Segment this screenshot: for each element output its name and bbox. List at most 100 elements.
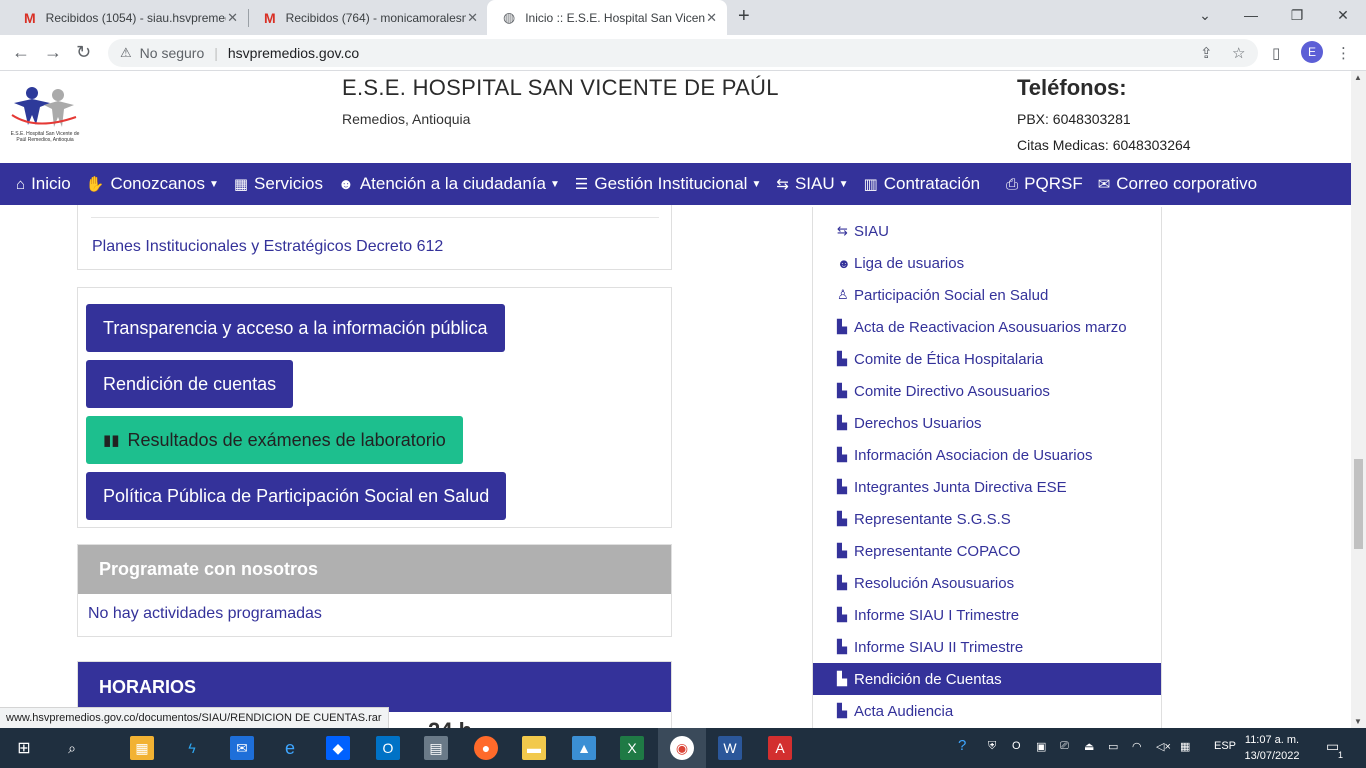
globe-icon: ◍: [503, 9, 516, 25]
tab-title: Recibidos (1054) - siau.hsvpremedios@: [45, 10, 226, 25]
excel-icon[interactable]: X: [620, 736, 644, 760]
address-divider: |: [214, 45, 218, 61]
sidebar-item-acta-audiencia[interactable]: ▙ Acta Audiencia: [813, 695, 1161, 727]
people-arrows-icon: ⇆: [837, 223, 848, 238]
nav-pqrsf[interactable]: ⎙ PQRSF: [1006, 174, 1083, 194]
nav-correo[interactable]: ✉ Correo corporativo: [1098, 174, 1257, 194]
tasks-icon: ☰: [574, 176, 589, 193]
nav-contratacion[interactable]: ▥ Contratación: [864, 174, 981, 194]
file-explorer-icon[interactable]: ▬: [522, 736, 546, 760]
siau-sidebar: ⇆ SIAU ☻ Liga de usuarios ♙ Participación S…: [812, 207, 1162, 730]
nav-gestion[interactable]: ☰ Gestión Institucional ▼: [575, 174, 761, 194]
address-bar[interactable]: ⚠ No seguro | hsvpremedios.gov.co: [108, 39, 1258, 67]
plans-link[interactable]: Planes Institucionales y Estratégicos De…: [92, 238, 443, 256]
minimize-button[interactable]: —: [1228, 0, 1274, 30]
sidebar-item-label: Informe SIAU II Trimestre: [854, 638, 1024, 656]
sidebar-item-comite-directivo[interactable]: ▙ Comite Directivo Asousuarios: [813, 375, 1161, 407]
hospital-logo[interactable]: E.S.E. Hospital San Vicente de Paúl Reme…: [6, 85, 84, 143]
sidebar-item-representante-sgss[interactable]: ▙ Representante S.G.S.S: [813, 503, 1161, 535]
mail-icon[interactable]: ✉: [230, 736, 254, 760]
close-icon[interactable]: ✕: [467, 10, 478, 26]
nav-conozcanos[interactable]: ✋ Conozcanos ▼: [86, 174, 219, 194]
word-icon[interactable]: W: [718, 736, 742, 760]
close-icon[interactable]: ✕: [706, 10, 717, 26]
sidebar-item-informe-i[interactable]: ▙ Informe SIAU I Trimestre: [813, 599, 1161, 631]
profile-avatar[interactable]: E: [1301, 41, 1323, 63]
sidebar-item-informacion[interactable]: ▙ Información Asociacion de Usuarios: [813, 439, 1161, 471]
sidebar-item-participacion[interactable]: ♙ Participación Social en Salud: [813, 279, 1161, 311]
sidebar-item-label: Liga de usuarios: [854, 254, 965, 272]
chrome-icon[interactable]: ◉: [670, 736, 694, 760]
sidebar-item-acta-reactivacion[interactable]: ▙ Acta de Reactivacion Asousuarios marzo: [813, 311, 1161, 343]
back-icon[interactable]: ←: [12, 42, 30, 63]
sidebar-item-label: SIAU: [854, 222, 890, 240]
store-icon[interactable]: ▦: [130, 736, 154, 760]
search-icon[interactable]: ⌕: [60, 736, 84, 760]
powerautomate-icon[interactable]: ϟ: [180, 736, 204, 760]
scrollbar-thumb[interactable]: [1354, 459, 1363, 549]
sidebar-item-comite-etica[interactable]: ▙ Comite de Ética Hospitalaria: [813, 343, 1161, 375]
envelope-icon: ✉: [1097, 176, 1111, 193]
volume-muted-icon[interactable]: ◁×: [1156, 740, 1171, 753]
page-scrollbar[interactable]: ▲ ▼: [1351, 71, 1366, 730]
sidebar-item-siau[interactable]: ⇆ SIAU: [813, 215, 1161, 247]
usb-icon[interactable]: ⏏: [1084, 740, 1094, 753]
browser-tab-hospital[interactable]: ◍ Inicio :: E.S.E. Hospital San Vicente …: [487, 0, 727, 35]
new-tab-button[interactable]: +: [738, 5, 750, 28]
rendicion-cuentas-button[interactable]: Rendición de cuentas: [86, 360, 294, 408]
acrobat-icon[interactable]: A: [768, 736, 792, 760]
sidebar-item-label: Acta Audiencia: [854, 702, 954, 720]
menu-kebab-icon[interactable]: ⋮: [1336, 44, 1351, 62]
scroll-down-icon[interactable]: ▼: [1354, 717, 1362, 726]
wifi-icon[interactable]: ◠: [1132, 740, 1142, 753]
tab-title: Inicio :: E.S.E. Hospital San Vicente: [525, 10, 706, 25]
logo-caption: E.S.E. Hospital San Vicente de Paúl Reme…: [10, 131, 80, 143]
keyboard-icon[interactable]: ▦: [1180, 740, 1190, 753]
browser-tab-gmail-monica[interactable]: M Recibidos (764) - monicamoralesmc@ ✕: [248, 0, 488, 35]
sidebar-item-derechos[interactable]: ▙ Derechos Usuarios: [813, 407, 1161, 439]
network-icon[interactable]: ▤: [424, 736, 448, 760]
tab-search-button[interactable]: ⌄: [1182, 0, 1228, 30]
windows-start-icon[interactable]: ⊞: [12, 736, 36, 760]
sidebar-item-integrantes[interactable]: ▙ Integrantes Junta Directiva ESE: [813, 471, 1161, 503]
internet-explorer-icon[interactable]: e: [278, 736, 302, 760]
help-icon[interactable]: ?: [958, 737, 966, 754]
sidebar-item-resolucion[interactable]: ▙ Resolución Asousuarios: [813, 567, 1161, 599]
close-window-button[interactable]: ✕: [1320, 0, 1366, 30]
nav-siau[interactable]: ⇆ SIAU ▼: [776, 174, 848, 194]
pdf-file-icon: ▙: [837, 415, 847, 430]
sidebar-item-label: Participación Social en Salud: [854, 286, 1049, 304]
taskbar-clock[interactable]: 11:07 a. m. 13/07/2022: [1244, 732, 1300, 764]
battery-icon[interactable]: ▭: [1108, 740, 1118, 753]
url-text: hsvpremedios.gov.co: [227, 45, 360, 61]
scroll-up-icon[interactable]: ▲: [1354, 73, 1362, 82]
language-indicator[interactable]: ESP: [1214, 740, 1236, 752]
close-icon[interactable]: ✕: [227, 10, 238, 26]
transparencia-button[interactable]: Transparencia y acceso a la información …: [86, 304, 505, 352]
nav-atencion[interactable]: ☻ Atención a la ciudadanía ▼: [338, 174, 560, 194]
outlook-tray-icon[interactable]: O: [1012, 740, 1021, 752]
meet-icon[interactable]: ⎚: [1060, 740, 1069, 753]
firefox-icon[interactable]: ●: [474, 736, 498, 760]
nav-servicios[interactable]: ▦ Servicios: [234, 174, 323, 194]
device-icon[interactable]: ▣: [1036, 740, 1046, 753]
forward-icon[interactable]: →: [44, 42, 62, 63]
politica-publica-button[interactable]: Política Pública de Participación Social…: [86, 472, 507, 520]
sidebar-item-rendicion[interactable]: ▙ Rendición de Cuentas: [813, 663, 1161, 695]
side-panel-icon[interactable]: ▯: [1272, 44, 1280, 62]
browser-tab-gmail-siau[interactable]: M Recibidos (1054) - siau.hsvpremedios@ …: [8, 0, 248, 35]
bookmark-star-icon[interactable]: ☆: [1232, 44, 1245, 62]
clock-date: 13/07/2022: [1244, 750, 1300, 762]
sidebar-item-representante-copaco[interactable]: ▙ Representante COPACO: [813, 535, 1161, 567]
nav-inicio[interactable]: ⌂ Inicio: [16, 174, 71, 194]
reload-icon[interactable]: ↻: [76, 42, 91, 63]
photos-icon[interactable]: ▲: [572, 736, 596, 760]
shield-icon[interactable]: ⛨: [988, 740, 996, 753]
resultados-laboratorio-button[interactable]: ▮▮ Resultados de exámenes de laboratorio: [86, 416, 463, 464]
sidebar-item-liga[interactable]: ☻ Liga de usuarios: [813, 247, 1161, 279]
restore-button[interactable]: ❐: [1274, 0, 1320, 30]
sidebar-item-informe-ii[interactable]: ▙ Informe SIAU II Trimestre: [813, 631, 1161, 663]
share-icon[interactable]: ⇪: [1200, 44, 1213, 62]
outlook-icon[interactable]: O: [376, 736, 400, 760]
dropbox-icon[interactable]: ◆: [326, 736, 350, 760]
